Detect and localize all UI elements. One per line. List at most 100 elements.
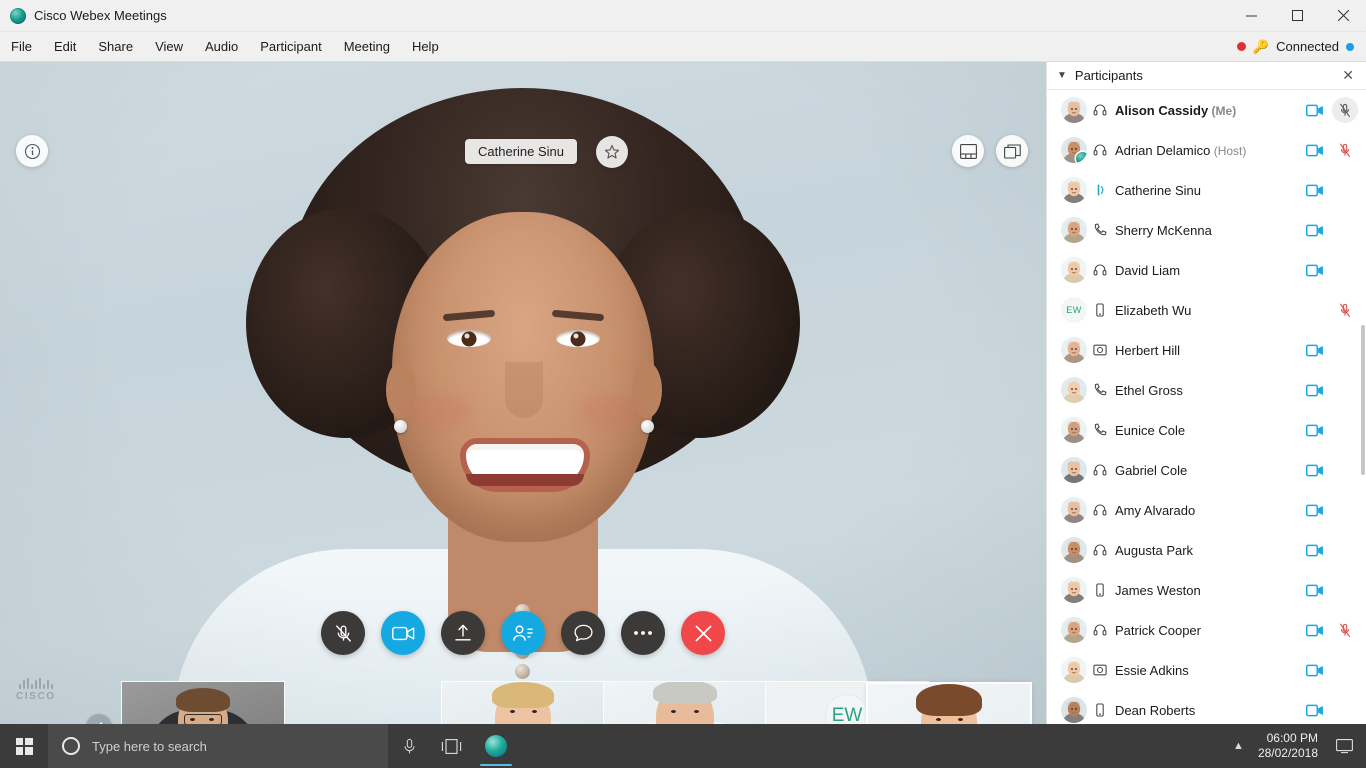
participant-status-icons <box>1302 577 1358 603</box>
filmstrip-thumb-catherine-sinu[interactable]: Catherine Sinu <box>284 682 442 724</box>
menu-view[interactable]: View <box>144 35 194 59</box>
participant-role-tag: (Me) <box>1208 103 1237 118</box>
participant-mic-icon[interactable] <box>1332 297 1358 323</box>
participant-video-icon[interactable] <box>1302 264 1328 277</box>
meeting-info-icon[interactable] <box>16 135 48 167</box>
menu-meeting[interactable]: Meeting <box>333 35 401 59</box>
key-icon[interactable]: 🔑 <box>1253 40 1269 53</box>
share-button[interactable] <box>441 611 485 655</box>
taskbar-clock[interactable]: 06:00 PM 28/02/2018 <box>1258 731 1318 761</box>
participant-video-icon[interactable] <box>1302 184 1328 197</box>
notification-icon[interactable] <box>1328 724 1360 768</box>
menu-file[interactable]: File <box>0 35 43 59</box>
participant-avatar <box>1061 657 1087 683</box>
star-pin-icon[interactable] <box>596 136 628 168</box>
participants-button[interactable] <box>501 611 545 655</box>
participant-row[interactable]: Sherry McKenna <box>1047 210 1366 250</box>
participant-video-icon[interactable] <box>1302 624 1328 637</box>
participant-row[interactable]: Eunice Cole <box>1047 410 1366 450</box>
maximize-button[interactable] <box>1274 0 1320 32</box>
participant-mic-icon[interactable] <box>1332 137 1358 163</box>
filmstrip-thumb-david-liam[interactable]: David Liam <box>604 682 766 724</box>
close-icon[interactable]: ✕ <box>1340 67 1356 84</box>
speaker-eye-left <box>447 330 491 347</box>
participant-video-icon[interactable] <box>1302 104 1328 117</box>
menu-help[interactable]: Help <box>401 35 450 59</box>
windows-start-icon[interactable] <box>0 724 48 768</box>
menu-participant[interactable]: Participant <box>249 35 332 59</box>
search-input[interactable]: Type here to search <box>48 724 388 768</box>
participant-video-icon[interactable] <box>1302 704 1328 717</box>
chevron-down-icon[interactable]: ▼ <box>1057 70 1067 81</box>
end-call-button[interactable] <box>681 611 725 655</box>
participant-row[interactable]: James Weston <box>1047 570 1366 610</box>
participant-video-icon[interactable] <box>1302 664 1328 677</box>
menu-edit[interactable]: Edit <box>43 35 87 59</box>
participant-video-icon[interactable] <box>1302 344 1328 357</box>
minimize-button[interactable] <box>1228 0 1274 32</box>
participant-row[interactable]: Essie Adkins <box>1047 650 1366 690</box>
video-button[interactable] <box>381 611 425 655</box>
participant-row[interactable]: Dean Roberts <box>1047 690 1366 724</box>
participant-row[interactable]: Amy Alvarado <box>1047 490 1366 530</box>
chevron-up-icon[interactable]: ▲ <box>1229 740 1248 752</box>
headset-icon <box>1087 143 1113 157</box>
participant-row[interactable]: Alison Cassidy (Me) <box>1047 90 1366 130</box>
menu-share[interactable]: Share <box>87 35 144 59</box>
search-placeholder: Type here to search <box>92 738 207 754</box>
microphone-icon[interactable] <box>388 724 430 768</box>
layout-stack-icon[interactable] <box>996 135 1028 167</box>
more-button[interactable] <box>621 611 665 655</box>
video-stage[interactable]: Catherine Sinu CISCO EW <box>0 62 1046 724</box>
participant-video-icon[interactable] <box>1302 504 1328 517</box>
participant-video-icon[interactable] <box>1302 224 1328 237</box>
participant-row[interactable]: Herbert Hill <box>1047 330 1366 370</box>
mute-button[interactable] <box>321 611 365 655</box>
participants-panel: ▼ Participants ✕ Alison Cassidy (Me) Adri… <box>1046 62 1366 724</box>
layout-filmstrip-icon[interactable] <box>952 135 984 167</box>
participant-row[interactable]: Gabriel Cole <box>1047 450 1366 490</box>
taskbar-time: 06:00 PM <box>1266 731 1318 745</box>
webex-app-icon[interactable] <box>472 724 520 768</box>
participant-row[interactable]: Adrian Delamico (Host) <box>1047 130 1366 170</box>
phone-icon <box>1087 423 1113 437</box>
participant-row[interactable]: Patrick Cooper <box>1047 610 1366 650</box>
close-button[interactable] <box>1320 0 1366 32</box>
filmstrip-thumb-extra[interactable] <box>868 684 1030 724</box>
participant-video-icon[interactable] <box>1302 584 1328 597</box>
chat-button[interactable] <box>561 611 605 655</box>
filmstrip-thumb-adrian-delamico[interactable]: Adrian Delamico <box>122 682 284 724</box>
participant-video-icon[interactable] <box>1302 544 1328 557</box>
menu-audio[interactable]: Audio <box>194 35 249 59</box>
participant-avatar <box>1061 377 1087 403</box>
participant-mic-icon[interactable] <box>1332 97 1358 123</box>
participants-list[interactable]: Alison Cassidy (Me) Adrian Delamico (Host… <box>1047 90 1366 724</box>
participant-row[interactable]: Catherine Sinu <box>1047 170 1366 210</box>
speaker-earring-right <box>641 420 654 433</box>
thumb-video <box>284 682 442 724</box>
participant-video-icon[interactable] <box>1302 384 1328 397</box>
video-device-icon <box>1087 663 1113 677</box>
participant-row[interactable]: EW Elizabeth Wu <box>1047 290 1366 330</box>
phone-icon <box>1087 383 1113 397</box>
participant-status-icons <box>1302 217 1358 243</box>
participant-video-icon[interactable] <box>1302 144 1328 157</box>
window-title: Cisco Webex Meetings <box>34 8 167 23</box>
participant-status-icons <box>1302 537 1358 563</box>
participant-mic-icon[interactable] <box>1332 617 1358 643</box>
participant-row[interactable]: Augusta Park <box>1047 530 1366 570</box>
participant-name: Eunice Cole <box>1115 422 1186 438</box>
webex-device-badge-icon <box>1076 152 1087 163</box>
participant-avatar <box>1061 217 1087 243</box>
task-view-icon[interactable] <box>430 724 472 768</box>
participant-video-icon[interactable] <box>1302 464 1328 477</box>
filmstrip-thumb-sherry-mckenna[interactable]: Sherry McKenna <box>442 682 604 724</box>
participant-row[interactable]: Ethel Gross <box>1047 370 1366 410</box>
participants-scrollbar[interactable] <box>1361 325 1365 475</box>
cortana-circle-icon[interactable] <box>62 737 80 755</box>
mobile-icon <box>1087 703 1113 717</box>
participant-video-icon[interactable] <box>1302 424 1328 437</box>
title-bar: Cisco Webex Meetings <box>0 0 1366 32</box>
thumb-video <box>122 682 284 724</box>
participant-row[interactable]: David Liam <box>1047 250 1366 290</box>
